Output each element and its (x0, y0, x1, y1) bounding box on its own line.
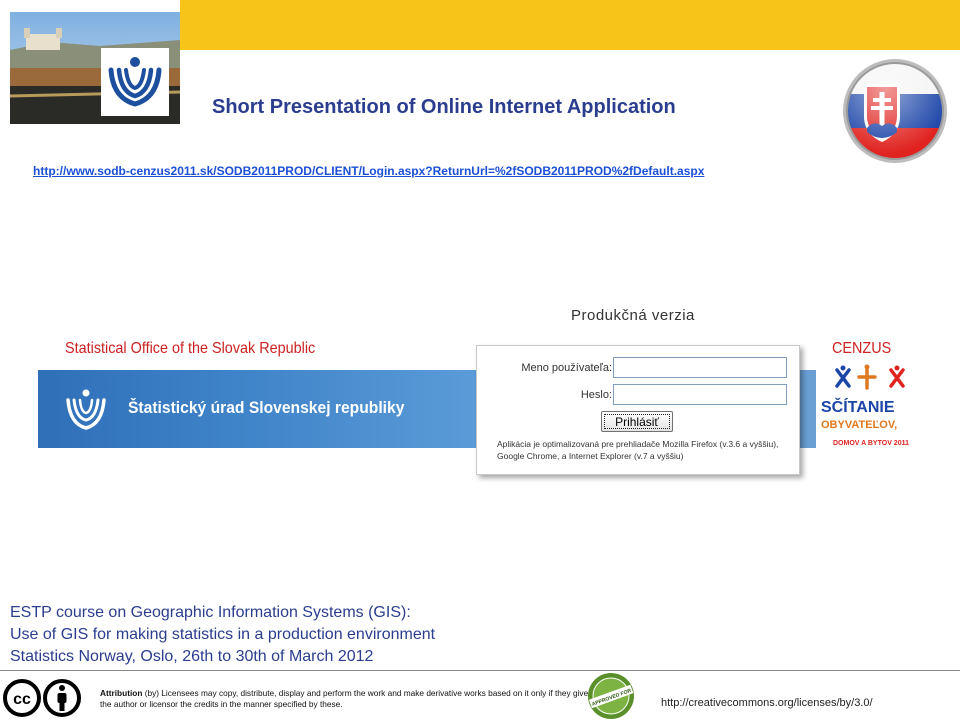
footer-divider (0, 670, 960, 671)
course-info: ESTP course on Geographic Information Sy… (10, 602, 435, 668)
obyvatelov-word: OBYVATEĽOV, (821, 419, 897, 431)
attribution-bold: Attribution (100, 688, 143, 698)
username-input[interactable] (613, 357, 787, 378)
username-label: Meno používateľa: (521, 362, 612, 374)
domov-bytov-word: DOMOV A BYTOV 2011 (833, 440, 909, 447)
sodb-logo-icon (101, 48, 169, 116)
banner-title: Štatistický úrad Slovenskej republiky (128, 398, 405, 417)
login-heading: Produkčná verzia (571, 307, 695, 324)
password-input[interactable] (613, 384, 787, 405)
slovakia-flag-icon (842, 58, 948, 164)
cc-text: cc (13, 691, 31, 708)
course-line-3: Statistics Norway, Oslo, 26th to 30th of… (10, 648, 374, 665)
banner-extension (800, 370, 816, 448)
browser-support-note: Aplikácia je optimalizovaná pre prehliad… (497, 439, 779, 461)
attribution-text: Attribution (by) Licensees may copy, dis… (100, 688, 590, 710)
login-panel: Meno používateľa: Heslo: Prihlásiť Aplik… (476, 345, 800, 475)
office-label: Statistical Office of the Slovak Republi… (65, 340, 316, 357)
course-line-2: Use of GIS for making statistics in a pr… (10, 626, 436, 643)
password-label: Heslo: (580, 389, 612, 401)
course-line-1: ESTP course on Geographic Information Sy… (10, 604, 411, 621)
top-color-band (180, 0, 960, 50)
approved-for-free-cultural-works-seal: APPROVED FOR (587, 672, 635, 720)
sitanie-logo-icon: SČÍTANIE OBYVATEĽOV, DOMOV A BYTOV 2011 (815, 364, 925, 454)
application-login-link[interactable]: http://www.sodb-cenzus2011.sk/SODB2011PR… (33, 164, 704, 178)
cenzus-label: CENZUS (832, 340, 892, 357)
sitanie-word: SČÍTANIE (821, 397, 895, 416)
license-url: http://creativecommons.org/licenses/by/3… (661, 697, 873, 709)
cc-by-icon: cc (2, 678, 82, 718)
attribution-rest: (by) Licensees may copy, distribute, dis… (100, 688, 589, 709)
login-button[interactable]: Prihlásiť (601, 411, 673, 432)
page-title: Short Presentation of Online Internet Ap… (212, 96, 676, 118)
